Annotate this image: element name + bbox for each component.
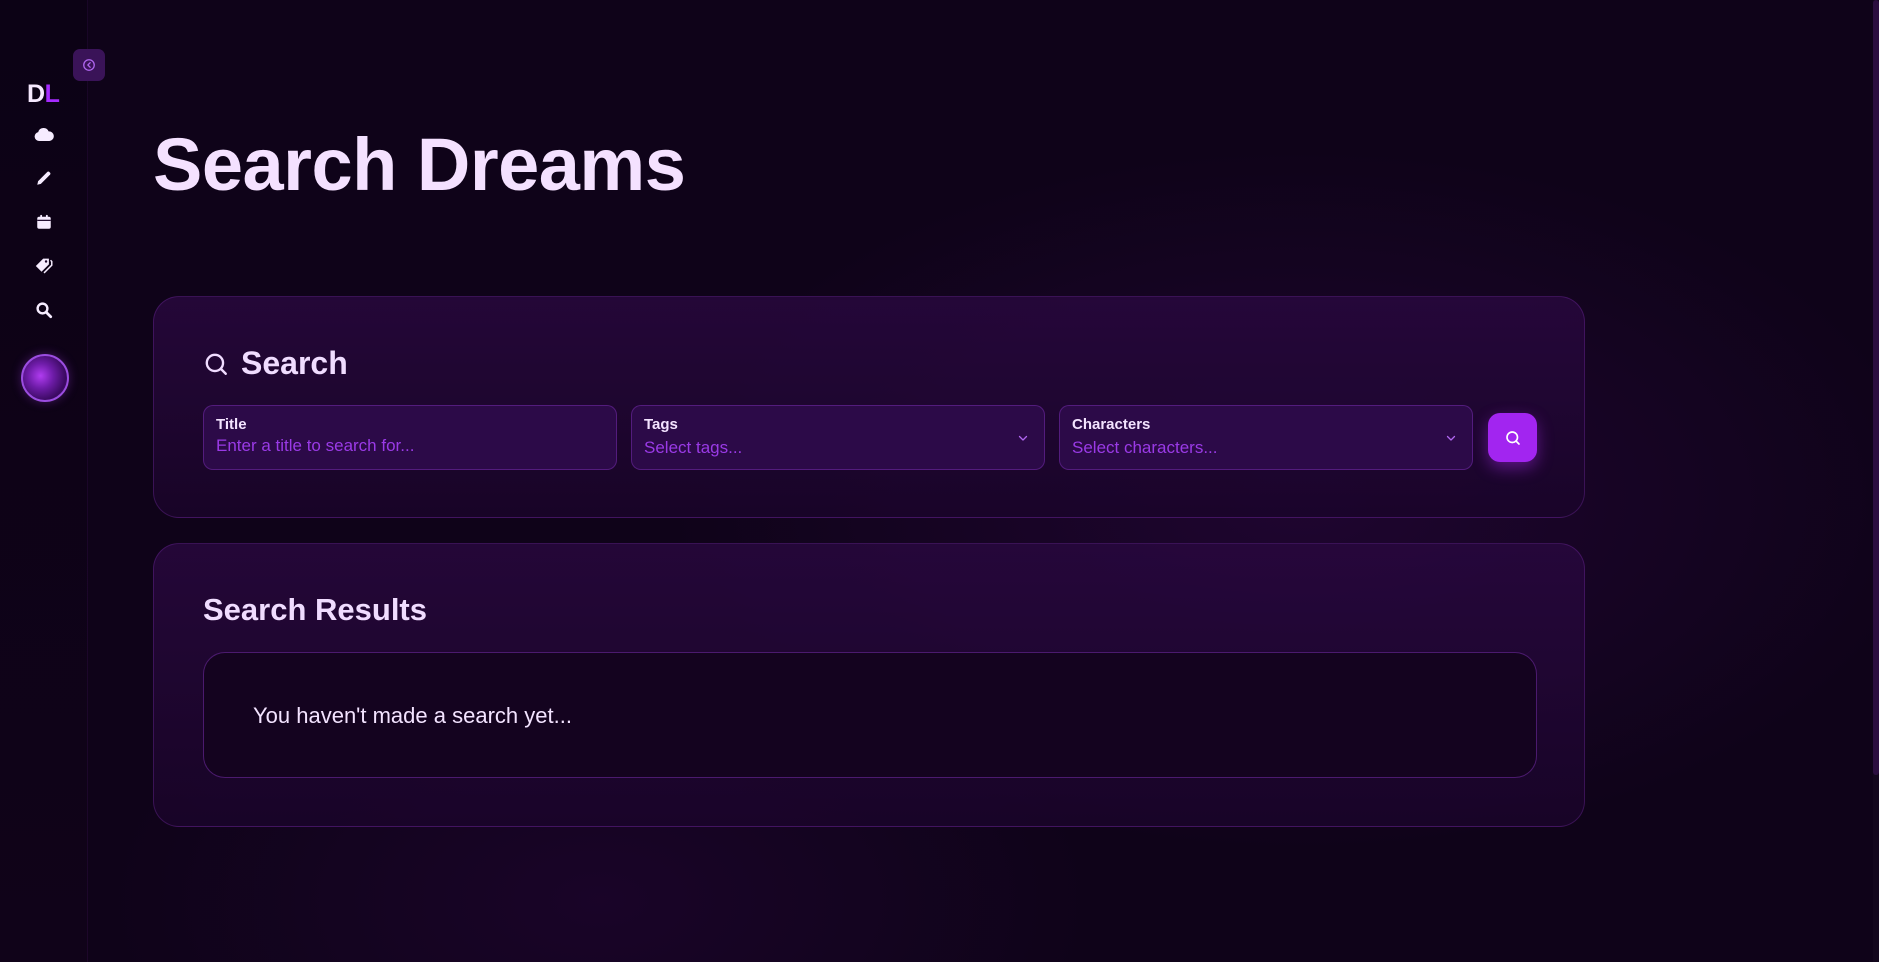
tags-placeholder: Select tags... (644, 438, 743, 457)
search-icon (36, 302, 53, 319)
logo-letter-l: L (44, 80, 60, 108)
collapse-icon (83, 59, 95, 71)
scrollbar[interactable] (1873, 0, 1879, 962)
cloud-icon (34, 128, 54, 141)
sidebar: DL (0, 0, 105, 962)
chevron-down-icon (1444, 431, 1458, 445)
empty-message: You haven't made a search yet... (253, 703, 572, 728)
search-icon (205, 353, 227, 375)
sidebar-item-search[interactable] (31, 297, 57, 323)
sidebar-item-tags[interactable] (31, 253, 57, 279)
search-submit-button[interactable] (1488, 413, 1537, 462)
chevron-down-icon (1016, 431, 1030, 445)
search-icon (1505, 430, 1520, 445)
search-heading-label: Search (241, 345, 348, 381)
results-empty-state: You haven't made a search yet... (203, 652, 1537, 778)
collapse-sidebar-button[interactable] (73, 49, 105, 81)
characters-select[interactable]: Characters Select characters... (1059, 405, 1473, 470)
title-input[interactable] (216, 436, 596, 456)
search-heading: Search (203, 345, 348, 382)
scrollbar-thumb[interactable] (1873, 0, 1879, 775)
results-heading: Search Results (203, 592, 427, 627)
tags-select[interactable]: Tags Select tags... (631, 405, 1045, 470)
app-logo[interactable]: DL (27, 80, 60, 109)
characters-placeholder: Select characters... (1072, 438, 1218, 457)
characters-field-label: Characters (1072, 416, 1151, 433)
title-field-label: Title (216, 416, 247, 433)
user-avatar[interactable] (21, 354, 69, 402)
sidebar-item-write[interactable] (31, 165, 57, 191)
results-card: Search Results You haven't made a search… (153, 543, 1585, 827)
page-title: Search Dreams (153, 123, 686, 206)
logo-letter-d: D (27, 80, 45, 108)
calendar-icon (37, 214, 51, 229)
title-field[interactable]: Title (203, 405, 617, 470)
app: DL Search Dreams Search Title Enter a ti… (0, 0, 1879, 962)
pencil-icon (37, 171, 51, 185)
tags-icon (35, 258, 53, 274)
sidebar-item-dreams[interactable] (31, 122, 57, 148)
search-card: Search Title Tags Select tags... Charact… (153, 296, 1585, 518)
tags-field-label: Tags (644, 416, 678, 433)
sidebar-item-calendar[interactable] (31, 209, 57, 235)
